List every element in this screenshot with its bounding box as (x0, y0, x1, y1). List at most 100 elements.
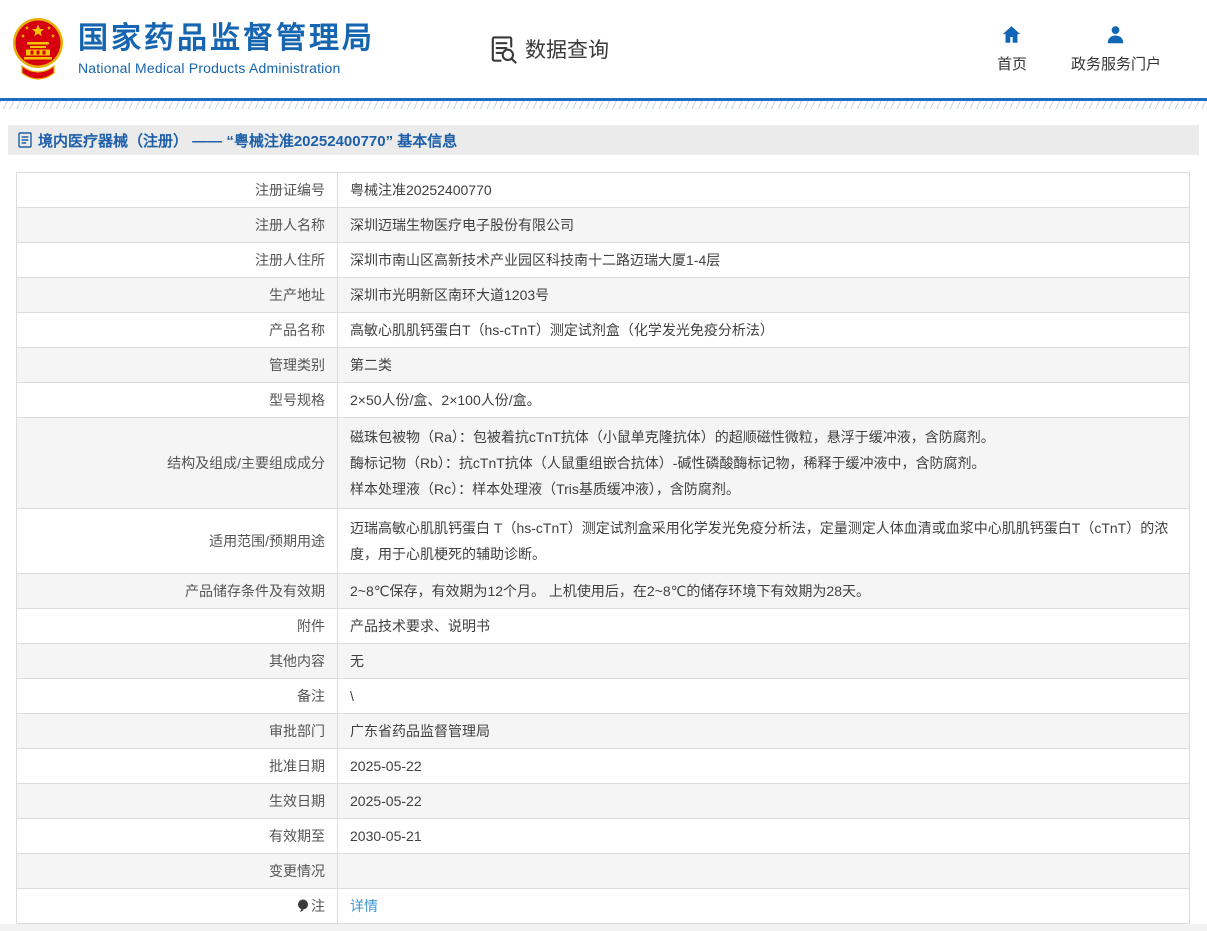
table-row: 注册证编号 粤械注准20252400770 (16, 172, 1190, 208)
row-label-cell: 型号规格 (16, 382, 338, 418)
row-label: 结构及组成/主要组成成分 (167, 455, 325, 471)
row-label: 备注 (297, 688, 325, 704)
row-label-cell: 其他内容 (16, 643, 338, 679)
row-value: 深圳迈瑞生物医疗电子股份有限公司 (337, 207, 1190, 243)
data-query-label: 数据查询 (525, 39, 609, 62)
row-value: 广东省药品监督管理局 (337, 713, 1190, 749)
row-label-cell: 备注 (16, 678, 338, 714)
site-title: 国家药品监督管理局 (78, 21, 375, 55)
header-nav: 首页 政务服务门户 (997, 24, 1207, 74)
info-table-body: 注册证编号 粤械注准20252400770 注册人名称 深圳迈瑞生物医疗电子股份… (16, 172, 1190, 924)
data-query-section[interactable]: 数据查询 (487, 34, 609, 65)
site-header: 国家药品监督管理局 National Medical Products Admi… (0, 0, 1207, 98)
row-value (337, 853, 1190, 889)
row-label-cell: 生产地址 (16, 277, 338, 313)
row-label: 注 (311, 898, 325, 914)
table-row: 审批部门 广东省药品监督管理局 (16, 713, 1190, 749)
row-label-cell: 注册人名称 (16, 207, 338, 243)
row-value: \ (337, 678, 1190, 714)
row-label-cell: 产品名称 (16, 312, 338, 348)
table-row: 变更情况 (16, 853, 1190, 889)
table-row: 备注 \ (16, 678, 1190, 714)
row-value: 磁珠包被物（Ra）：包被着抗cTnT抗体（小鼠单克隆抗体）的超顺磁性微粒，悬浮于… (337, 417, 1190, 509)
row-label-cell: 适用范围/预期用途 (16, 508, 338, 574)
row-label: 有效期至 (269, 828, 325, 844)
row-label-cell: 注 (16, 888, 338, 924)
row-label: 附件 (297, 618, 325, 634)
user-icon (1108, 26, 1124, 44)
row-label-cell: 注册人住所 (16, 242, 338, 278)
row-value: 2025-05-22 (337, 783, 1190, 819)
row-value: 高敏心肌肌钙蛋白T（hs-cTnT）测定试剂盒（化学发光免疫分析法） (337, 312, 1190, 348)
brand: 国家药品监督管理局 National Medical Products Admi… (10, 16, 375, 82)
row-label: 产品储存条件及有效期 (185, 583, 325, 599)
row-label: 型号规格 (269, 392, 325, 408)
detail-link[interactable]: 详情 (350, 898, 378, 914)
row-value: 2~8℃保存，有效期为12个月。 上机使用后，在2~8℃的储存环境下有效期为28… (337, 573, 1190, 609)
row-label: 批准日期 (269, 758, 325, 774)
row-label: 注册人名称 (255, 217, 325, 233)
table-row: 生效日期 2025-05-22 (16, 783, 1190, 819)
row-label-cell: 注册证编号 (16, 172, 338, 208)
nav-home-label: 首页 (996, 56, 1027, 73)
table-row: 生产地址 深圳市光明新区南环大道1203号 (16, 277, 1190, 313)
row-label-cell: 变更情况 (16, 853, 338, 889)
row-label: 生效日期 (269, 793, 325, 809)
row-label-cell: 结构及组成/主要组成成分 (16, 417, 338, 509)
row-label-cell: 产品储存条件及有效期 (16, 573, 338, 609)
row-value: 2×50人份/盒、2×100人份/盒。 (337, 382, 1190, 418)
table-row: 有效期至 2030-05-21 (16, 818, 1190, 854)
row-label: 适用范围/预期用途 (209, 533, 325, 549)
table-row: 管理类别 第二类 (16, 347, 1190, 383)
document-icon (18, 132, 32, 148)
nav-home[interactable]: 首页 (997, 24, 1027, 74)
row-value: 深圳市南山区高新技术产业园区科技南十二路迈瑞大厦1-4层 (337, 242, 1190, 278)
row-value: 深圳市光明新区南环大道1203号 (337, 277, 1190, 313)
table-row: 注册人住所 深圳市南山区高新技术产业园区科技南十二路迈瑞大厦1-4层 (16, 242, 1190, 278)
table-row: 注 详情 (16, 888, 1190, 924)
row-label: 注册人住所 (255, 252, 325, 268)
row-value: 无 (337, 643, 1190, 679)
row-label: 生产地址 (269, 287, 325, 303)
row-label: 其他内容 (269, 653, 325, 669)
national-emblem-logo (13, 18, 63, 80)
row-label-cell: 批准日期 (16, 748, 338, 784)
row-value: 产品技术要求、说明书 (337, 608, 1190, 644)
row-label-cell: 有效期至 (16, 818, 338, 854)
home-icon (1003, 26, 1021, 43)
row-label: 注册证编号 (255, 182, 325, 198)
row-value: 2030-05-21 (337, 818, 1190, 854)
hatch-band (0, 101, 1207, 109)
row-label-cell: 管理类别 (16, 347, 338, 383)
nav-portal[interactable]: 政务服务门户 (1071, 24, 1161, 74)
row-label: 管理类别 (269, 357, 325, 373)
row-label-cell: 附件 (16, 608, 338, 644)
row-label: 审批部门 (269, 723, 325, 739)
nav-portal-label: 政务服务门户 (1070, 56, 1161, 73)
table-row: 型号规格 2×50人份/盒、2×100人份/盒。 (16, 382, 1190, 418)
note-icon (298, 899, 308, 913)
row-value: 详情 (337, 888, 1190, 924)
row-label: 变更情况 (269, 863, 325, 879)
breadcrumb-text: 境内医疗器械（注册） —— “粤械注准20252400770” 基本信息 (38, 132, 458, 150)
doc-search-icon (491, 35, 517, 64)
row-label: 产品名称 (269, 322, 325, 338)
table-row: 产品储存条件及有效期 2~8℃保存，有效期为12个月。 上机使用后，在2~8℃的… (16, 573, 1190, 609)
footer-strip (0, 924, 1207, 931)
table-row: 其他内容 无 (16, 643, 1190, 679)
row-value: 2025-05-22 (337, 748, 1190, 784)
info-table: 注册证编号 粤械注准20252400770 注册人名称 深圳迈瑞生物医疗电子股份… (16, 172, 1190, 924)
row-value: 迈瑞高敏心肌肌钙蛋白 T（hs-cTnT）测定试剂盒采用化学发光免疫分析法，定量… (337, 508, 1190, 574)
site-subtitle: National Medical Products Administration (78, 60, 341, 77)
row-label-cell: 生效日期 (16, 783, 338, 819)
table-row: 批准日期 2025-05-22 (16, 748, 1190, 784)
table-row: 附件 产品技术要求、说明书 (16, 608, 1190, 644)
table-row: 适用范围/预期用途 迈瑞高敏心肌肌钙蛋白 T（hs-cTnT）测定试剂盒采用化学… (16, 508, 1190, 574)
table-row: 产品名称 高敏心肌肌钙蛋白T（hs-cTnT）测定试剂盒（化学发光免疫分析法） (16, 312, 1190, 348)
row-value: 粤械注准20252400770 (337, 172, 1190, 208)
title-block: 国家药品监督管理局 National Medical Products Admi… (78, 22, 375, 77)
table-row: 注册人名称 深圳迈瑞生物医疗电子股份有限公司 (16, 207, 1190, 243)
table-row: 结构及组成/主要组成成分 磁珠包被物（Ra）：包被着抗cTnT抗体（小鼠单克隆抗… (16, 417, 1190, 509)
row-label-cell: 审批部门 (16, 713, 338, 749)
row-value: 第二类 (337, 347, 1190, 383)
